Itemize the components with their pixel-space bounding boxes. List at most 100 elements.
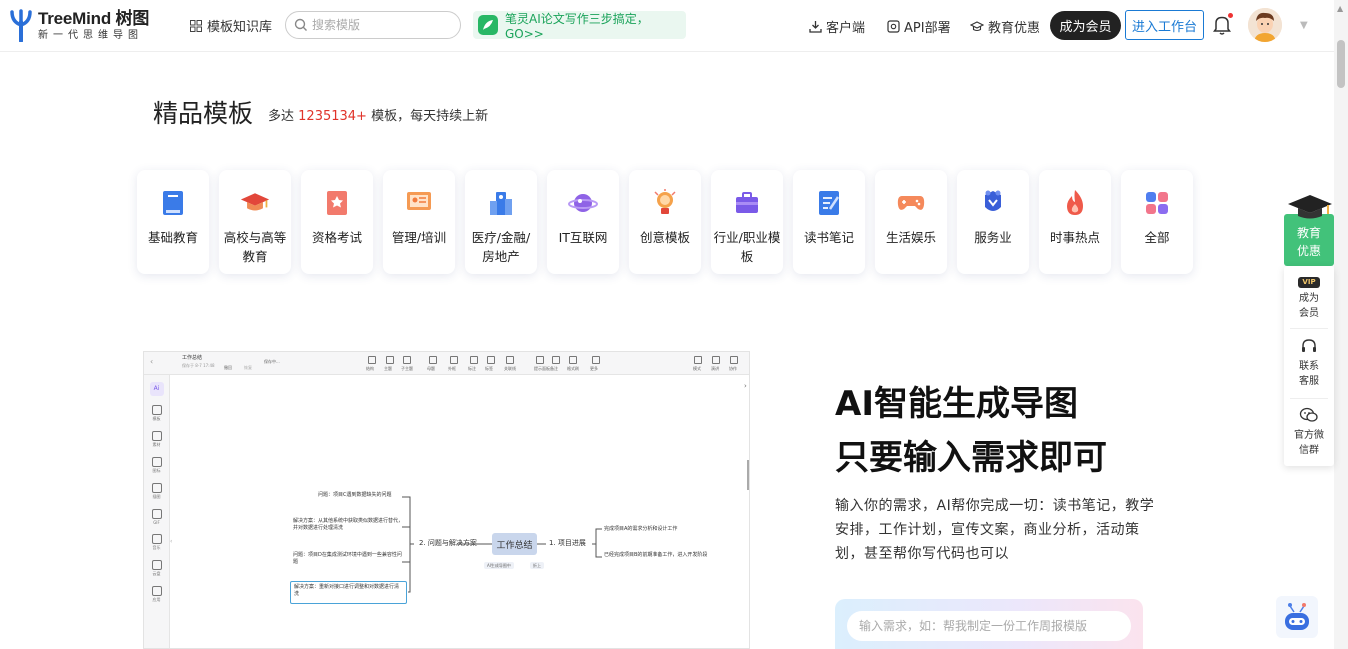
category-card[interactable]: IT互联网 [547, 170, 619, 274]
ai-input-panel [835, 599, 1143, 649]
notification-dot [1228, 13, 1233, 18]
category-label: IT互联网 [558, 230, 608, 245]
briefcase-icon [732, 188, 762, 218]
mindmap-root: 工作总结 [492, 533, 537, 555]
api-icon [887, 20, 900, 33]
category-card[interactable]: 行业/职业模板 [711, 170, 783, 274]
graduation-cap-icon [970, 20, 984, 31]
mindmap-node: 解决方案：从其他系统中获取类似数据进行替代，并对数据进行处理清洗 [293, 518, 404, 531]
category-card[interactable]: 生活娱乐 [875, 170, 947, 274]
scroll-up-arrow-icon[interactable]: ▲ [1337, 4, 1343, 13]
logo-title: TreeMind 树图 [38, 8, 150, 28]
category-label: 医疗/金融/房地产 [471, 230, 531, 264]
sidebar-collapse-icon: ‹ [170, 538, 173, 545]
category-label: 基础教育 [147, 230, 198, 245]
app-preview-screenshot: ‹ 工作总结 保存于 8-7 17:48 撤回 恢复 保存中... 结构 主题 子主… [143, 351, 750, 649]
mindmap-node: 完成项目A的需求分析和设计工作 [604, 526, 678, 532]
treemind-logo-icon [8, 8, 34, 43]
mindmap-connectors [402, 496, 602, 593]
nav-template-library[interactable]: 模板知识库 [190, 16, 272, 35]
float-vip-item[interactable]: VIP 成为会员 [1284, 274, 1334, 321]
promo-text: 笔灵AI论文写作三步搞定，GO>> [505, 11, 649, 41]
top-header: TreeMind 树图 新一代思维导图 模板知识库 笔灵AI论文写作三步搞定，G… [0, 0, 1334, 52]
divider [1290, 398, 1328, 399]
category-label: 创意模板 [639, 230, 690, 245]
edu-discount-link[interactable]: 教育优惠 [970, 17, 1040, 36]
service-icon [978, 188, 1008, 218]
promo-banner[interactable]: 笔灵AI论文写作三步搞定，GO>> [473, 11, 686, 41]
book-icon [158, 188, 188, 218]
category-label: 资格考试 [311, 230, 362, 245]
notebook-icon [814, 188, 844, 218]
category-label: 读书笔记 [803, 230, 854, 245]
float-wechat-label: 官方微信群 [1294, 430, 1324, 456]
logo-subtitle: 新一代思维导图 [38, 29, 143, 41]
api-deploy-link[interactable]: API部署 [887, 17, 951, 36]
download-icon [809, 21, 822, 33]
mindmap-node: 问题：项目C遇到数据缺失的问题 [318, 492, 392, 498]
mindmap-branch: 2. 问题与解决方案 [419, 539, 477, 547]
mindmap-node-selected: 解决方案：重新对接口进行调整和对数据进行清洗 [290, 581, 407, 604]
wechat-icon [1299, 407, 1318, 422]
avatar[interactable] [1248, 8, 1282, 42]
client-label: 客户端 [826, 21, 866, 36]
section-subtitle-suffix: 模板，每天持续上新 [371, 109, 489, 124]
search-input[interactable] [312, 18, 452, 32]
category-label: 时事热点 [1049, 230, 1100, 245]
category-card[interactable]: 资格考试 [301, 170, 373, 274]
vip-badge: VIP [1298, 277, 1320, 288]
ai-headline: AI智能生成导图 [835, 384, 1078, 424]
planet-icon [568, 188, 598, 218]
category-card[interactable]: 管理/培训 [383, 170, 455, 274]
category-card[interactable]: 服务业 [957, 170, 1029, 274]
category-label: 高校与高等教育 [223, 230, 287, 264]
flame-icon [1060, 188, 1090, 218]
building-icon [486, 188, 516, 218]
headset-icon [1302, 339, 1316, 352]
logo[interactable]: TreeMind 树图 新一代思维导图 [8, 8, 150, 43]
grid-icon [1142, 188, 1172, 218]
mindmap-branch: 1. 项目进展 [549, 539, 586, 547]
divider [1290, 328, 1328, 329]
float-wechat-item[interactable]: 官方微信群 [1284, 407, 1334, 458]
section-subtitle-prefix: 多达 [268, 109, 295, 124]
template-count: 1235134+ [298, 109, 367, 124]
graduation-cap-icon [240, 188, 270, 218]
mindmap-node: 问题：项目D在集成测试环境中遇到一些兼容性问题 [293, 552, 402, 565]
section-title: 精品模板 [153, 99, 254, 128]
fold-tag: 折上 [530, 562, 544, 569]
edu-float-label: 教育优惠 [1296, 226, 1321, 258]
presentation-icon [404, 188, 434, 218]
scroll-thumb[interactable] [1337, 40, 1345, 88]
category-card[interactable]: 读书笔记 [793, 170, 865, 274]
float-panel: VIP 成为会员 联系客服 官方微信群 [1284, 266, 1334, 466]
feather-icon [478, 15, 498, 35]
ai-prompt-input[interactable] [847, 611, 1131, 641]
ai-generating-tag: AI生成导图中 [484, 562, 514, 569]
category-card[interactable]: 高校与高等教育 [219, 170, 291, 274]
float-contact-item[interactable]: 联系客服 [1284, 338, 1334, 389]
graduation-cap-icon [1286, 192, 1334, 222]
search-box[interactable] [285, 11, 461, 39]
mindmap-node: 已经完成项目B的前期准备工作，进入开发阶段 [604, 552, 708, 558]
gamepad-icon [896, 188, 926, 218]
nav-template-library-label: 模板知识库 [207, 20, 273, 35]
edu-label: 教育优惠 [988, 21, 1041, 36]
page-scrollbar[interactable]: ▲ [1334, 0, 1348, 649]
search-icon [294, 18, 307, 31]
category-card[interactable]: 时事热点 [1039, 170, 1111, 274]
chevron-down-icon[interactable]: ▼ [1300, 20, 1308, 31]
client-download-link[interactable]: 客户端 [809, 17, 865, 36]
category-card[interactable]: 基础教育 [137, 170, 209, 274]
robot-assistant-icon[interactable] [1276, 596, 1318, 638]
category-label: 管理/培训 [391, 230, 447, 245]
category-card[interactable]: 医疗/金融/房地产 [465, 170, 537, 274]
category-label: 生活娱乐 [885, 230, 936, 245]
api-label: API部署 [904, 21, 951, 36]
become-member-button[interactable]: 成为会员 [1050, 11, 1121, 40]
category-card[interactable]: 创意模板 [629, 170, 701, 274]
category-label: 行业/职业模板 [713, 230, 781, 264]
enter-workspace-button[interactable]: 进入工作台 [1125, 10, 1204, 40]
lightbulb-icon [650, 188, 680, 218]
category-card[interactable]: 全部 [1121, 170, 1193, 274]
